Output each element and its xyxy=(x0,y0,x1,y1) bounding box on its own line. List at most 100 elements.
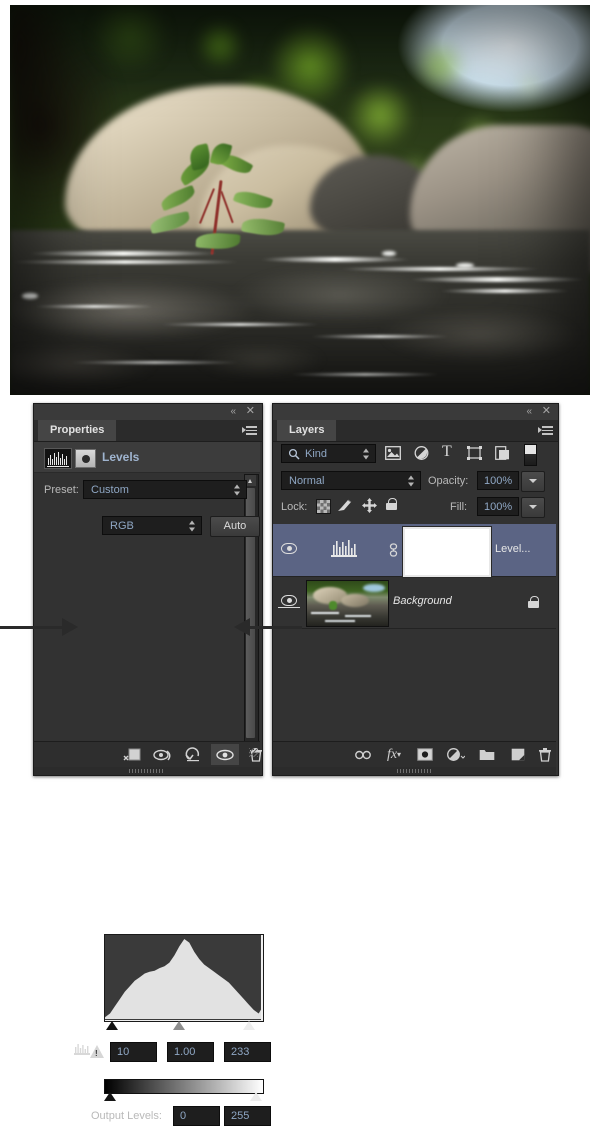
white-input-field[interactable]: 233 xyxy=(224,1042,271,1062)
panel-drag-grip[interactable] xyxy=(34,767,260,775)
auto-button[interactable]: Auto xyxy=(210,516,260,537)
mask-link-icon[interactable] xyxy=(389,543,398,560)
blend-mode-select[interactable]: Normal xyxy=(281,471,421,490)
document-canvas-photo xyxy=(10,5,590,395)
set-black-point-eyedropper[interactable] xyxy=(74,536,93,555)
layers-panel-titlebar: « ✕ xyxy=(273,404,558,420)
properties-panel-titlebar: « ✕ xyxy=(34,404,262,420)
filter-pixel-icon[interactable] xyxy=(385,446,401,463)
close-icon[interactable]: ✕ xyxy=(246,406,255,417)
add-layer-mask-icon[interactable] xyxy=(411,744,439,765)
chevron-updown-icon[interactable] xyxy=(363,448,370,459)
layers-panel: « ✕ Layers Kind T Normal Opacity: 100% L… xyxy=(272,403,559,776)
filter-smart-object-icon[interactable] xyxy=(495,446,510,463)
gamma-input-value: 1.00 xyxy=(174,1046,196,1058)
lock-icon xyxy=(528,596,539,608)
levels-histogram-chart[interactable] xyxy=(104,934,264,1022)
channel-value: RGB xyxy=(110,519,134,532)
preset-value: Custom xyxy=(91,483,129,496)
filter-shape-icon[interactable] xyxy=(467,446,482,463)
levels-histogram-icon xyxy=(44,448,72,469)
set-white-point-eyedropper[interactable] xyxy=(74,588,93,607)
output-black-field[interactable]: 0 xyxy=(173,1106,220,1126)
resize-grip[interactable] xyxy=(249,748,258,757)
fill-label: Fill: xyxy=(450,501,468,513)
search-icon xyxy=(288,448,300,460)
reset-icon[interactable] xyxy=(180,744,208,765)
lock-all-icon[interactable] xyxy=(386,498,397,510)
link-layers-icon[interactable] xyxy=(349,744,377,765)
layers-tab-bar: Layers xyxy=(273,420,558,442)
toggle-layer-visibility-icon[interactable] xyxy=(281,543,297,554)
preset-select[interactable]: Custom xyxy=(83,480,247,499)
opacity-dropdown-button[interactable] xyxy=(521,471,545,492)
toggle-layer-visibility-icon[interactable] xyxy=(278,595,300,609)
histogram-curve xyxy=(105,939,263,1019)
clipping-warning-icon[interactable] xyxy=(74,1044,104,1061)
channel-select[interactable]: RGB xyxy=(102,516,202,535)
levels-layer-thumbnail[interactable] xyxy=(331,539,357,559)
layers-footer-toolbar: fx ▾ xyxy=(273,741,556,767)
panel-menu-icon[interactable] xyxy=(538,424,554,436)
histogram-white-clip-line xyxy=(261,935,263,1021)
fill-dropdown-button[interactable] xyxy=(521,497,545,518)
input-levels-slider-track[interactable] xyxy=(104,1021,262,1033)
chevron-updown-icon[interactable] xyxy=(408,475,415,486)
fill-value: 100% xyxy=(484,500,513,513)
properties-tab-bar: Properties xyxy=(34,420,262,442)
delete-layer-icon[interactable] xyxy=(531,744,559,765)
chevron-updown-icon[interactable] xyxy=(189,520,196,531)
layer-filter-kind-value: Kind xyxy=(305,447,328,460)
collapse-icon[interactable]: « xyxy=(230,406,236,417)
view-previous-state-icon[interactable] xyxy=(149,744,177,765)
fill-field[interactable]: 100% xyxy=(477,497,519,516)
layer-style-fx-icon[interactable]: fx ▾ xyxy=(380,744,408,765)
panel-drag-grip[interactable] xyxy=(273,767,556,775)
output-levels-label: Output Levels: xyxy=(91,1110,162,1122)
black-input-field[interactable]: 10 xyxy=(110,1042,157,1062)
layer-mask-icon[interactable] xyxy=(75,449,96,468)
toggle-visibility-icon[interactable] xyxy=(211,744,239,765)
preset-label: Preset: xyxy=(44,484,79,496)
page-title: Levels xyxy=(102,450,140,464)
lock-image-pixels-icon[interactable] xyxy=(337,497,354,516)
properties-panel: « ✕ Properties Levels Preset: Custom RGB… xyxy=(33,403,271,1126)
gamma-input-slider[interactable] xyxy=(173,1021,185,1030)
layer-mask-thumbnail[interactable] xyxy=(402,526,492,578)
layer-filter-kind-select[interactable]: Kind xyxy=(281,444,376,463)
lock-position-icon[interactable] xyxy=(362,498,377,516)
filter-enable-toggle[interactable] xyxy=(524,444,537,466)
chevron-updown-icon[interactable] xyxy=(234,484,241,495)
output-white-field[interactable]: 255 xyxy=(224,1106,271,1126)
white-input-value: 233 xyxy=(231,1046,250,1058)
white-input-slider[interactable] xyxy=(243,1021,255,1030)
output-black-value: 0 xyxy=(180,1110,187,1122)
close-icon[interactable]: ✕ xyxy=(542,406,551,417)
output-black-slider[interactable] xyxy=(104,1092,116,1101)
tab-properties[interactable]: Properties xyxy=(38,420,117,441)
background-layer-thumbnail[interactable] xyxy=(306,580,389,627)
filter-adjustment-icon[interactable] xyxy=(414,446,429,463)
tab-layers[interactable]: Layers xyxy=(277,420,337,441)
chevron-down-icon xyxy=(529,479,537,483)
clip-to-layer-icon[interactable] xyxy=(118,744,146,765)
black-input-slider[interactable] xyxy=(106,1021,118,1030)
lock-transparent-pixels-icon[interactable] xyxy=(316,499,331,514)
new-group-icon[interactable] xyxy=(473,744,501,765)
gamma-input-field[interactable]: 1.00 xyxy=(167,1042,214,1062)
lock-label: Lock: xyxy=(281,501,308,513)
new-adjustment-layer-icon[interactable] xyxy=(442,744,470,765)
properties-footer-toolbar xyxy=(34,741,262,767)
layer-name: Background xyxy=(393,595,452,607)
new-layer-icon[interactable] xyxy=(504,744,532,765)
opacity-label: Opacity: xyxy=(428,475,469,487)
output-levels-slider-track[interactable] xyxy=(104,1092,262,1104)
opacity-field[interactable]: 100% xyxy=(477,471,519,490)
panel-menu-icon[interactable] xyxy=(242,424,258,436)
layer-row-background[interactable]: Background xyxy=(273,576,556,629)
output-white-slider[interactable] xyxy=(250,1092,262,1101)
set-gray-point-eyedropper[interactable] xyxy=(74,562,93,581)
layer-row-levels[interactable]: Level... xyxy=(273,524,556,578)
opacity-value: 100% xyxy=(484,474,513,487)
collapse-icon[interactable]: « xyxy=(526,406,532,417)
